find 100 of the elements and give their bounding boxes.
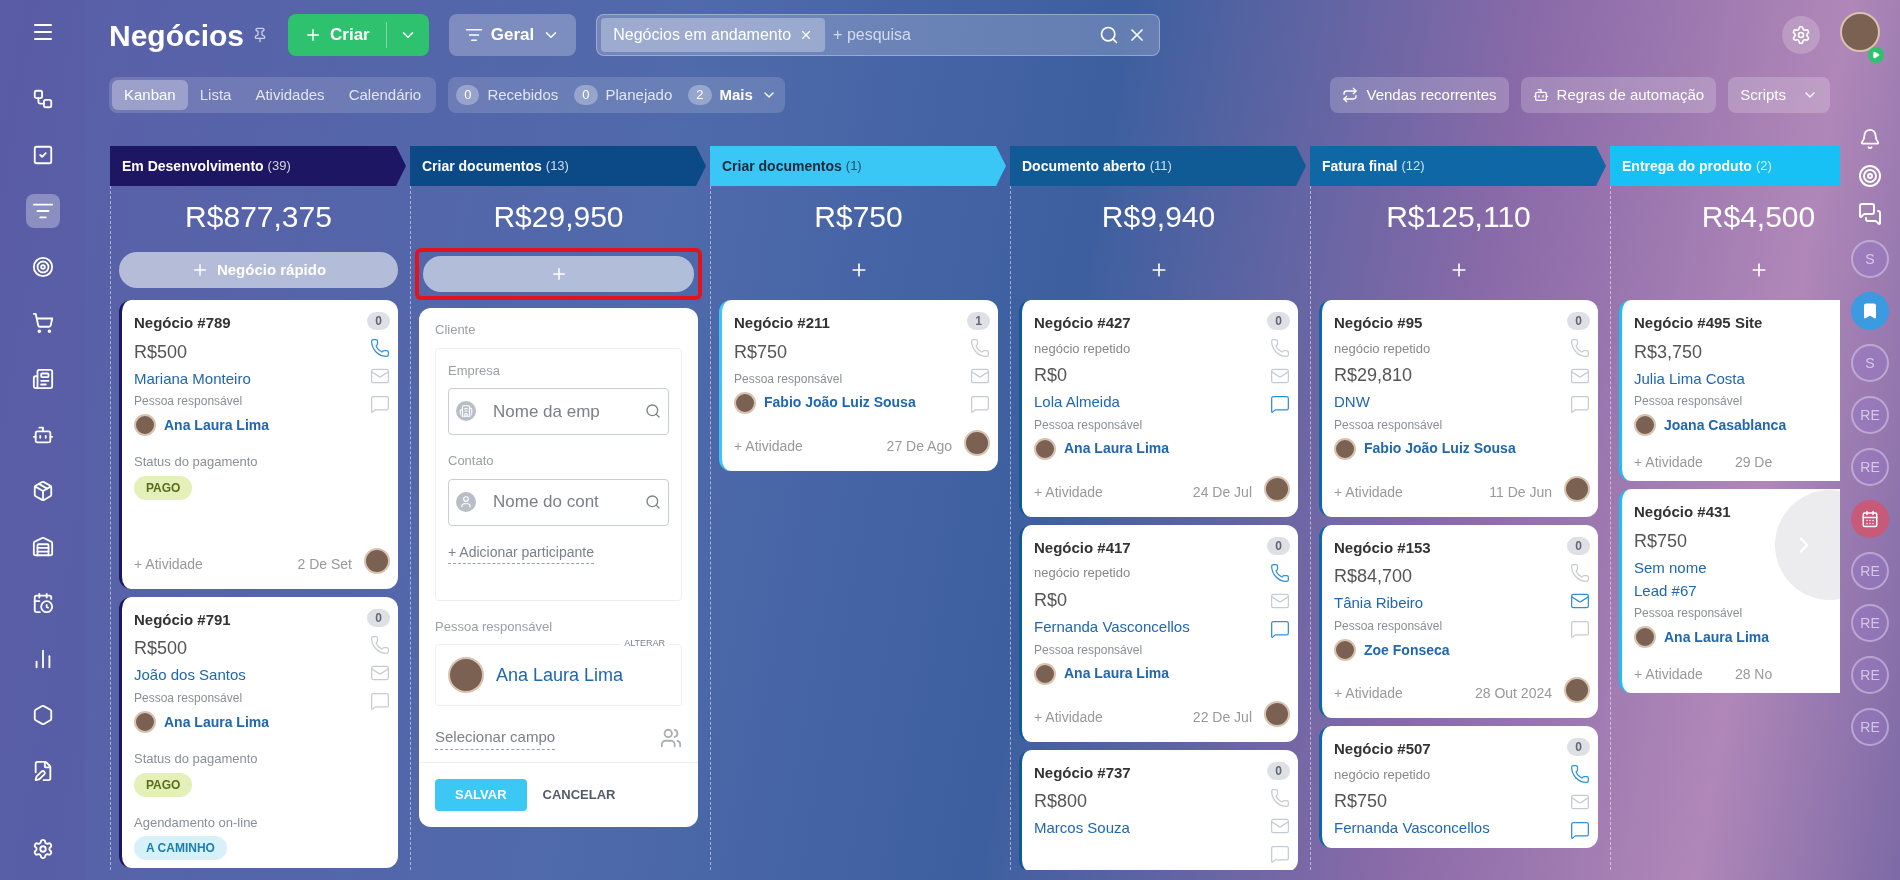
target-icon[interactable]	[1858, 164, 1882, 188]
deal-card[interactable]: Negócio #431 R$750 Sem nome Lead #67 Pessoa responsável Ana Laura Lima + Atividade 28 No	[1619, 489, 1840, 694]
responsible-name[interactable]: Fabio João Luiz Sousa	[764, 392, 916, 413]
bookmark-button[interactable]	[1851, 292, 1889, 330]
deal-title[interactable]: Negócio #153	[1334, 536, 1431, 560]
deal-card[interactable]: Negócio #417 negócio repetido R$0 Fernanda Vasconcellos Pessoa responsável Ana Laura Lima 0 + Atividade 22 De Jul	[1019, 524, 1298, 742]
stage-header[interactable]: Fatura final (12)	[1310, 146, 1606, 186]
user-avatar-icon	[1840, 11, 1880, 52]
calendar-icon	[1861, 510, 1879, 528]
company-field[interactable]: Nome da emp	[448, 388, 669, 435]
responsible-name[interactable]: Ana Laura Lima	[1064, 438, 1170, 460]
contact-link[interactable]: João dos Santos	[134, 666, 246, 685]
chat-icon[interactable]	[1270, 618, 1290, 639]
counter-badge: 0	[1267, 312, 1290, 330]
deal-title[interactable]: Negócio #495 Site	[1634, 312, 1763, 335]
counter-badge: 0	[1567, 536, 1590, 555]
contact-link[interactable]: Mariana Monteiro	[134, 369, 251, 389]
settings-button[interactable]	[1782, 16, 1820, 54]
contact-link[interactable]: Julia Lima Costa	[1634, 369, 1745, 389]
responsible-name[interactable]: Zoe Fonseca	[1364, 639, 1450, 661]
contact-link[interactable]: Lola Almeida	[1034, 393, 1120, 412]
stage-total: R$29,950	[492, 199, 625, 235]
cancel-button[interactable]: CANCELAR	[542, 784, 616, 805]
deal-title[interactable]: Negócio #789	[134, 312, 231, 335]
deal-title[interactable]: Negócio #427	[1034, 312, 1131, 335]
deal-card[interactable]: Negócio #211 R$750 Pessoa responsável Fabio João Luiz Sousa 1 + Atividade 27 De Ago	[719, 300, 998, 471]
phone-icon[interactable]	[370, 338, 390, 358]
search-icon[interactable]	[1099, 25, 1120, 45]
contact-link[interactable]: DNW	[1334, 393, 1370, 412]
stage-header[interactable]: Criar documentos (13)	[410, 146, 706, 186]
deal-card[interactable]: Negócio #495 Site R$3,750 Julia Lima Costa Pessoa responsável Joana Casablanca + Atividade 29 De	[1619, 300, 1840, 482]
responsible-name[interactable]: Ana Laura Lima	[1664, 626, 1770, 648]
deal-card[interactable]: Negócio #153 R$84,700 Tânia Ribeiro Pessoa responsável Zoe Fonseca 0 + Atividade 28 Out 2024	[1319, 524, 1598, 718]
page-title: Negócios	[109, 17, 245, 54]
deal-amount: R$0	[1034, 364, 1068, 387]
avatar-icon	[734, 391, 756, 414]
counter-link[interactable]: Planejado	[605, 83, 673, 107]
contact-field[interactable]: Nome do cont	[448, 478, 669, 526]
settings-icon[interactable]	[31, 838, 54, 860]
contact-link[interactable]: Fernanda Vasconcellos	[1334, 819, 1490, 838]
search-input[interactable]: + pesquisa	[833, 23, 1092, 47]
responsible-label: Pessoa responsável	[1334, 618, 1443, 635]
deal-title[interactable]: Negócio #507	[1334, 738, 1431, 761]
add-participant-link[interactable]: + Adicionar participante	[448, 541, 594, 564]
deal-title[interactable]: Negócio #791	[134, 608, 231, 632]
counter-link[interactable]: Recebidos	[487, 83, 559, 107]
deal-card[interactable]: Negócio #427 negócio repetido R$0 Lola Almeida Pessoa responsável Ana Laura Lima 0 + Atividade 24 De Jul	[1019, 300, 1298, 517]
people-list-icon[interactable]	[660, 726, 682, 749]
deal-card[interactable]: Negócio #95 negócio repetido R$29,810 DNW Pessoa responsável Fabio João Luiz Sousa 0 + Atividade 11 De Jun	[1319, 300, 1598, 517]
contact-link[interactable]: Fernanda Vasconcellos	[1034, 617, 1190, 637]
toolbar-button[interactable]: Vendas recorrentes	[1330, 77, 1509, 113]
view-tab[interactable]: Atividades	[243, 80, 337, 110]
deal-title[interactable]: Negócio #431	[1634, 501, 1731, 524]
select-field-link[interactable]: Selecionar campo	[435, 726, 556, 750]
responsible-name[interactable]: Ana Laura Lima	[164, 711, 270, 733]
responsible-name[interactable]: Ana Laura Lima	[496, 661, 624, 689]
deal-card[interactable]: Negócio #791 R$500 João dos Santos Pessoa responsável Ana Laura Lima Status do pagamento PAGO Agendamento on-line A CAMINHO 0	[119, 596, 398, 868]
contact-link[interactable]: Lead #67	[1634, 581, 1697, 601]
hexagon-icon	[31, 704, 54, 726]
deal-amount: R$750	[1334, 790, 1388, 813]
nav-button[interactable]	[25, 194, 60, 228]
deal-title[interactable]: Negócio #211	[734, 312, 830, 335]
bell-icon[interactable]	[1859, 128, 1881, 150]
stage-total: R$125,110	[1385, 199, 1532, 235]
deal-title[interactable]: Negócio #417	[1034, 536, 1131, 560]
chat-icon[interactable]	[1858, 202, 1882, 226]
responsible-name[interactable]: Joana Casablanca	[1664, 414, 1787, 436]
contact-link[interactable]: Marcos Souza	[1034, 819, 1130, 838]
deal-title[interactable]: Negócio #95	[1334, 312, 1423, 335]
responsible-name[interactable]: Fabio João Luiz Sousa	[1364, 438, 1516, 460]
chat-icon[interactable]	[1570, 820, 1590, 840]
deal-card[interactable]: Negócio #789 R$500 Mariana Monteiro Pessoa responsável Ana Laura Lima Status do pagamento PAGO 0 + Atividade 2 De Set	[119, 300, 398, 589]
responsible-label: Pessoa responsável	[1034, 641, 1143, 659]
counter-link[interactable]: Mais	[719, 83, 753, 107]
stage-header[interactable]: Criar documentos (1)	[710, 146, 1006, 186]
stage-header[interactable]: Documento aberto (11)	[1010, 146, 1306, 186]
deal-date: 24 De Jul	[1192, 482, 1252, 502]
responsible-name[interactable]: Ana Laura Lima	[1064, 663, 1170, 684]
filter-button[interactable]: Geral	[448, 14, 577, 56]
deal-card[interactable]: Negócio #507 negócio repetido R$750 Fernanda Vasconcellos 0	[1319, 726, 1598, 848]
responsible-label: Pessoa responsável	[435, 617, 554, 636]
deal-title[interactable]: Negócio #737	[1034, 761, 1131, 784]
view-tab[interactable]: Calendário	[336, 80, 434, 110]
chat-icon[interactable]	[1270, 394, 1290, 414]
phone-icon[interactable]	[1570, 764, 1590, 784]
contact-link[interactable]: Tânia Ribeiro	[1334, 594, 1424, 613]
deal-subtitle: negócio repetido	[1334, 765, 1431, 784]
phone-icon[interactable]	[1270, 562, 1290, 583]
contact-link[interactable]: Sem nome	[1634, 558, 1707, 578]
deal-date: 27 De Ago	[886, 437, 952, 456]
view-tab[interactable]: Lista	[187, 80, 244, 110]
calendar-button[interactable]	[1851, 500, 1889, 538]
stage-total: R$877,375	[184, 199, 333, 235]
flowchart-icon	[31, 88, 54, 110]
avatar-icon	[1564, 475, 1590, 502]
quick-add-button[interactable]	[423, 256, 694, 292]
stage-header[interactable]: Em Desenvolvimento (39)	[110, 146, 406, 186]
responsible-name[interactable]: Ana Laura Lima	[164, 414, 270, 436]
gear-icon	[1791, 25, 1811, 45]
deal-card[interactable]: Negócio #737 R$800 Marcos Souza 0	[1019, 749, 1298, 870]
